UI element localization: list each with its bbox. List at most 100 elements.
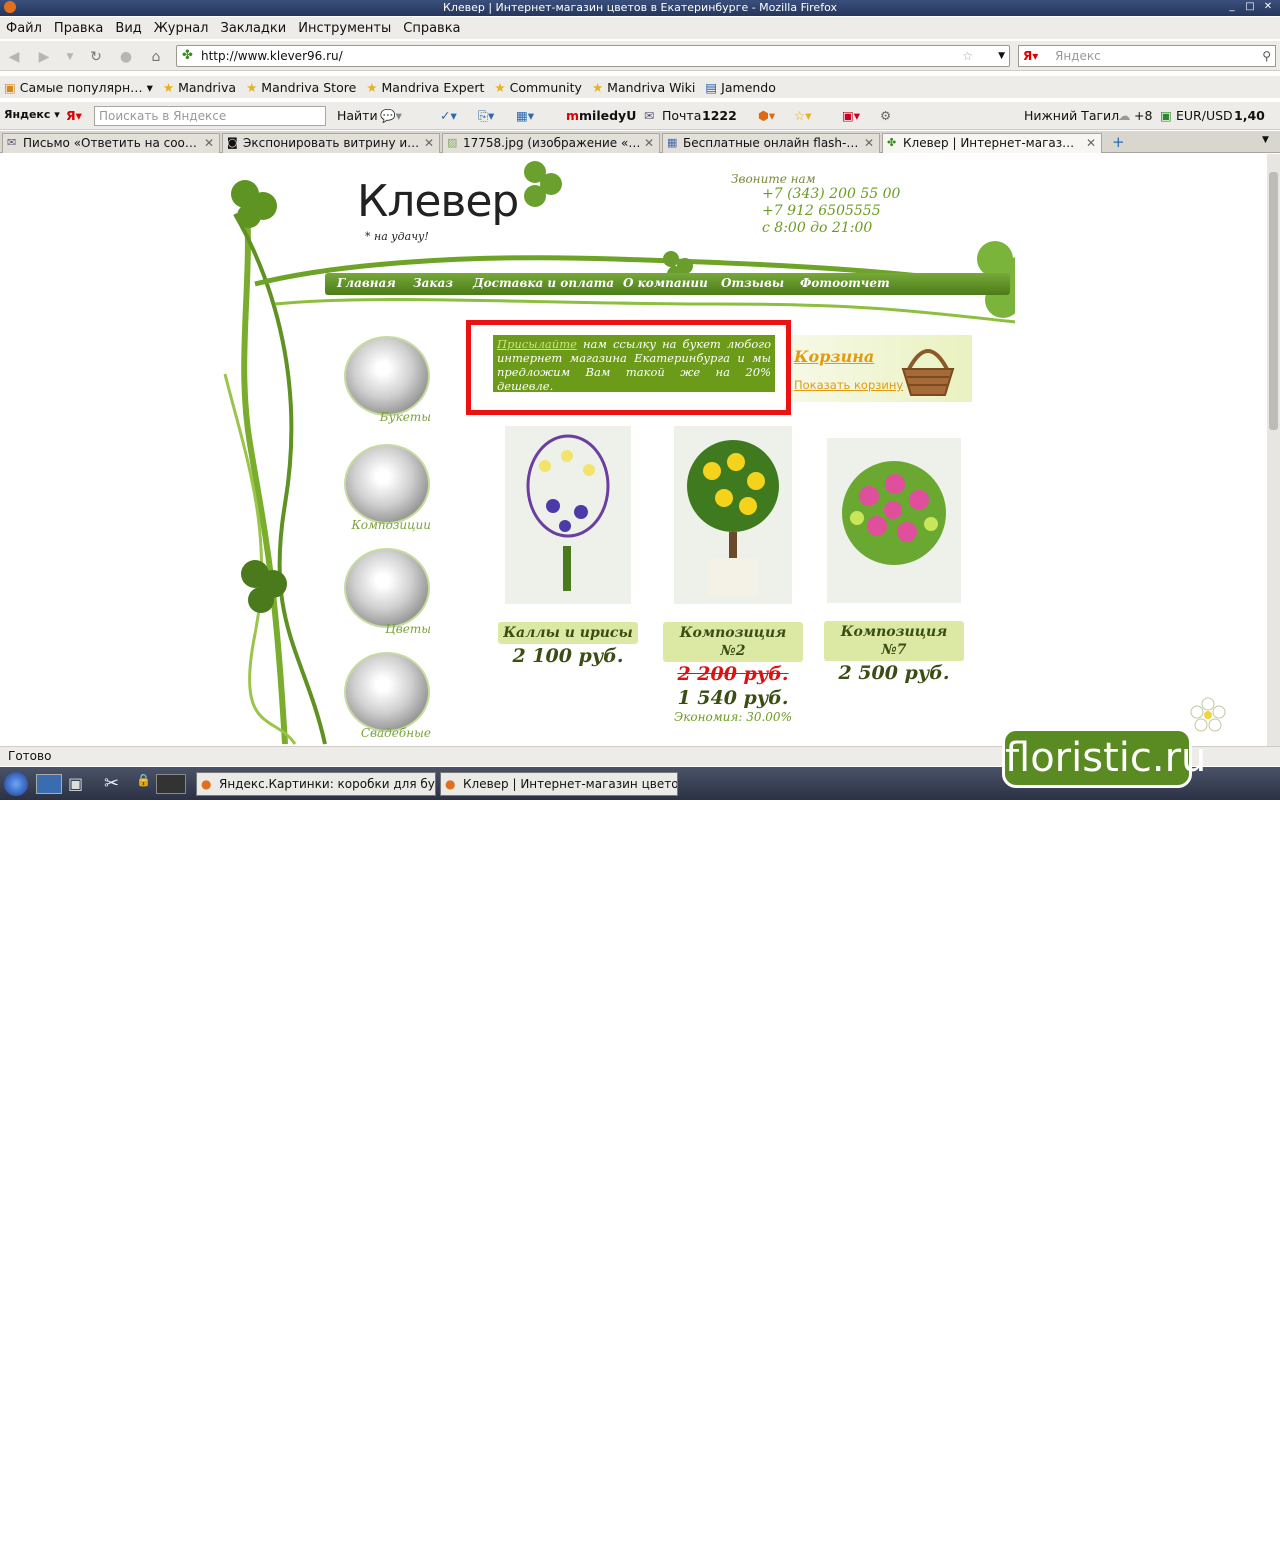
category-flowers[interactable]: Цветы — [337, 548, 437, 636]
nav-home[interactable]: Главная — [337, 276, 396, 290]
nav-about[interactable]: О компании — [623, 276, 708, 290]
lock-icon[interactable]: 🔒 — [136, 773, 151, 787]
weather-temp[interactable]: +8 — [1134, 108, 1152, 123]
product-name[interactable]: Композиция №2 — [663, 622, 803, 662]
product-card[interactable]: Композиция №7 2 500 руб. — [819, 426, 969, 685]
product-name[interactable]: Каллы и ирисы — [498, 622, 638, 644]
scrollbar-thumb[interactable] — [1269, 172, 1278, 430]
promo-link[interactable]: Присылайте — [497, 337, 577, 351]
history-dropdown-icon[interactable]: ▼ — [60, 47, 80, 67]
product-image[interactable] — [505, 426, 631, 604]
search-field[interactable]: Я▾ Яндекс ⚲ — [1018, 45, 1276, 67]
category-bouquets[interactable]: Букеты — [337, 336, 437, 424]
tab-list-icon[interactable]: ▼ — [1262, 135, 1269, 145]
menu-history[interactable]: Журнал — [154, 21, 209, 36]
bookmark-mandriva-expert[interactable]: ★ Mandriva Expert — [366, 80, 484, 95]
reload-icon[interactable]: ↻ — [86, 47, 106, 67]
close-tab-icon[interactable]: ✕ — [204, 134, 214, 152]
system-monitor-icon[interactable]: ▣ — [68, 774, 83, 793]
close-tab-icon[interactable]: ✕ — [864, 134, 874, 152]
bookmark-mandriva[interactable]: ★ Mandriva — [163, 80, 236, 95]
bookmark-mandriva-wiki[interactable]: ★ Mandriva Wiki — [592, 80, 695, 95]
checkmark-icon[interactable]: ✓▾ — [440, 108, 457, 123]
weather-cloud-icon: ☁ — [1118, 108, 1131, 123]
tab-flash[interactable]: ▦ Бесплатные онлайн flash-… ✕ — [662, 133, 880, 153]
vertical-scrollbar[interactable] — [1267, 154, 1280, 746]
product-image[interactable] — [674, 426, 792, 604]
market-icon[interactable]: ⬢▾ — [758, 108, 775, 123]
bookmark-most-visited[interactable]: ▣ Самые популярн… ▾ — [4, 80, 153, 95]
mail-label[interactable]: Почта — [662, 108, 701, 123]
close-tab-icon[interactable]: ✕ — [644, 134, 654, 152]
menu-file[interactable]: Файл — [6, 21, 42, 36]
start-menu-icon[interactable] — [4, 772, 28, 796]
cart-title[interactable]: Корзина — [794, 347, 874, 366]
show-cart-link[interactable]: Показать корзину — [794, 378, 903, 392]
yandex-user[interactable]: mmiledyU — [566, 108, 636, 123]
mail-icon[interactable]: ✉ — [644, 108, 654, 123]
maximize-icon[interactable]: □ — [1244, 1, 1256, 13]
nav-reviews[interactable]: Отзывы — [721, 276, 784, 290]
currency-label[interactable]: EUR/USD — [1176, 108, 1233, 123]
widget-icon[interactable]: ▣▾ — [842, 108, 860, 123]
apps-icon[interactable]: ▦▾ — [516, 108, 534, 123]
city-name[interactable]: Нижний Тагил — [1024, 108, 1119, 123]
menu-view[interactable]: Вид — [115, 21, 141, 36]
tab-klever[interactable]: ✤ Клевер | Интернет-магаз… ✕ — [882, 133, 1102, 153]
category-compositions[interactable]: Композиции — [337, 444, 437, 532]
search-icon[interactable]: ⚲ — [1262, 46, 1271, 66]
yandex-y-icon[interactable]: Я▾ — [66, 108, 82, 123]
bookmark-community[interactable]: ★ Community — [494, 80, 582, 95]
url-field[interactable]: ✤ http://www.klever96.ru/ ☆ ▼ — [176, 45, 1010, 67]
desktop-icon[interactable] — [36, 774, 62, 794]
tab-showcase[interactable]: ◙ Экспонировать витрину и… ✕ — [222, 133, 440, 153]
task-klever[interactable]: ● Клевер | Интернет-магазин цветов в — [440, 772, 678, 796]
tools-icon[interactable]: ✂ — [104, 773, 119, 794]
nav-delivery[interactable]: Доставка и оплата — [473, 276, 614, 290]
product-card[interactable]: Композиция №2 2 200 руб. 1 540 руб. Экон… — [658, 426, 808, 724]
mail-count[interactable]: 1222 — [702, 108, 737, 123]
category-wedding[interactable]: Свадебные — [337, 652, 437, 740]
nav-photo-report[interactable]: Фотоотчет — [800, 276, 890, 290]
translate-icon[interactable]: ⎘▾ — [478, 108, 494, 124]
product-card[interactable]: Каллы и ирисы 2 100 руб. — [493, 426, 643, 668]
close-tab-icon[interactable]: ✕ — [424, 134, 434, 152]
basket-icon[interactable] — [899, 339, 957, 399]
back-icon[interactable]: ◀ — [4, 47, 24, 67]
bookmark-mandriva-store[interactable]: ★ Mandriva Store — [246, 80, 356, 95]
yandex-find-button[interactable]: Найти — [337, 108, 378, 123]
speech-bubble-icon[interactable]: 💬▾ — [380, 108, 402, 124]
bookmark-jamendo[interactable]: ▤ Jamendo — [705, 80, 776, 95]
menu-bookmarks[interactable]: Закладки — [221, 21, 287, 36]
currency-value[interactable]: 1,40 — [1234, 108, 1265, 123]
star-icon: ★ — [366, 79, 378, 95]
url-dropdown-icon[interactable]: ▼ — [998, 46, 1005, 66]
product-image[interactable] — [827, 438, 961, 603]
menu-edit[interactable]: Правка — [54, 21, 103, 36]
site-logo[interactable]: Клевер — [357, 176, 519, 227]
new-tab-icon[interactable]: + — [1112, 133, 1125, 151]
home-icon[interactable]: ⌂ — [146, 47, 166, 67]
menu-tools[interactable]: Инструменты — [298, 21, 391, 36]
page-icon: ◙ — [227, 136, 238, 149]
product-name[interactable]: Композиция №7 — [824, 621, 964, 661]
close-icon[interactable]: ✕ — [1262, 1, 1274, 13]
bookmark-star-icon[interactable]: ☆ — [962, 46, 973, 66]
menu-help[interactable]: Справка — [403, 21, 460, 36]
favorites-icon[interactable]: ☆▾ — [794, 108, 811, 123]
settings-gear-icon[interactable]: ⚙ — [880, 108, 891, 123]
nav-order[interactable]: Заказ — [413, 276, 453, 290]
forward-icon[interactable]: ▶ — [34, 47, 54, 67]
tab-image[interactable]: ▨ 17758.jpg (изображение «… ✕ — [442, 133, 660, 153]
task-yandex-images[interactable]: ● Яндекс.Картинки: коробки для букет — [196, 772, 436, 796]
yandex-logo[interactable]: Яндекс ▾ — [4, 108, 60, 121]
stop-icon[interactable]: ● — [116, 47, 136, 67]
yandex-search-engine-icon[interactable]: Я▾ — [1023, 46, 1038, 66]
terminal-icon[interactable] — [156, 774, 186, 794]
flower-image — [344, 548, 430, 628]
clock[interactable]: 09:31 Вт, 24 мая — [1196, 1535, 1280, 1565]
close-tab-icon[interactable]: ✕ — [1086, 134, 1096, 152]
yandex-search-input[interactable]: Поискать в Яндексе — [94, 106, 326, 126]
minimize-icon[interactable]: _ — [1226, 1, 1238, 13]
tab-mail[interactable]: ✉ Письмо «Ответить на соо… ✕ — [2, 133, 220, 153]
